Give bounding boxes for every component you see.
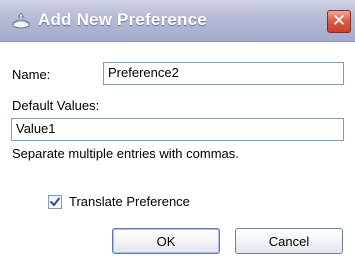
close-button[interactable]: ✕ <box>327 10 351 33</box>
add-preference-icon <box>11 11 31 31</box>
checkmark-icon <box>50 197 60 206</box>
dialog-body: Name: Preference2 Default Values: Value1… <box>0 42 355 270</box>
default-values-hint: Separate multiple entries with commas. <box>12 146 239 161</box>
name-field[interactable]: Preference2 <box>103 62 344 85</box>
default-values-field[interactable]: Value1 <box>11 118 344 141</box>
ok-button[interactable]: OK <box>112 228 220 254</box>
name-label: Name: <box>12 67 51 82</box>
default-values-label: Default Values: <box>12 98 100 113</box>
dialog-title: Add New Preference <box>38 10 207 29</box>
dialog-title-bar[interactable]: Add New Preference ✕ <box>0 0 355 42</box>
ok-button-label: OK <box>156 233 176 249</box>
translate-preference-checkbox[interactable] <box>48 195 62 209</box>
cancel-button[interactable]: Cancel <box>235 228 343 254</box>
cancel-button-label: Cancel <box>268 233 310 249</box>
translate-preference-option[interactable]: Translate Preference <box>48 192 228 212</box>
translate-preference-label: Translate Preference <box>69 194 190 209</box>
add-new-preference-dialog: Add New Preference ✕ Name: Preference2 D… <box>0 0 355 270</box>
close-icon: ✕ <box>331 11 347 31</box>
